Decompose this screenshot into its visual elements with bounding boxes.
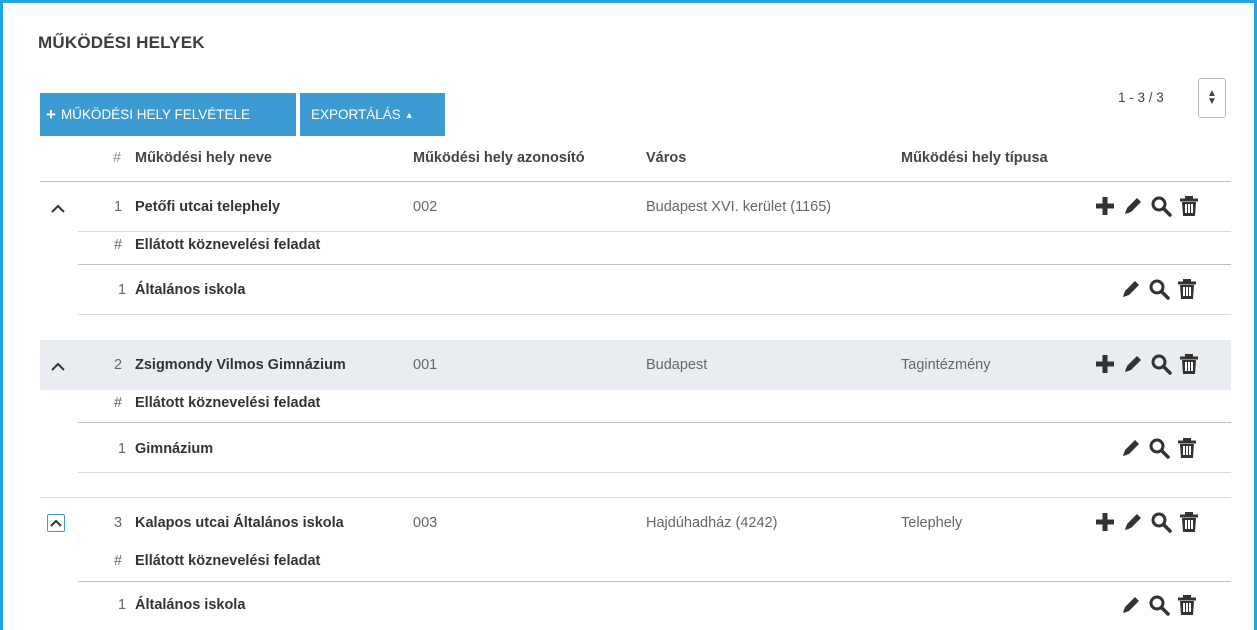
search-icon[interactable] (1148, 594, 1170, 616)
pencil-icon[interactable] (1122, 353, 1144, 375)
location-id: 002 (413, 199, 438, 215)
trash-icon[interactable] (1178, 511, 1200, 533)
trash-icon[interactable] (1176, 278, 1198, 300)
trash-icon[interactable] (1178, 353, 1200, 375)
task-number: 1 (118, 282, 127, 298)
plus-icon[interactable] (1094, 195, 1116, 217)
location-city: Hajdúhadház (4242) (646, 515, 778, 531)
sub-header-hash: # (114, 237, 123, 253)
header-name: Működési hely neve (135, 150, 272, 166)
sort-select[interactable]: ▲ ▼ (1198, 78, 1226, 118)
sub-header-hash: # (114, 395, 123, 411)
trash-icon[interactable] (1176, 437, 1198, 459)
pencil-icon[interactable] (1120, 594, 1142, 616)
row-divider (78, 231, 1231, 232)
row-number: 2 (114, 357, 123, 373)
sub-header-task: Ellátott köznevelési feladat (135, 553, 321, 569)
collapse-toggle[interactable] (49, 357, 67, 375)
sub-header-hash: # (114, 553, 123, 569)
task-number: 1 (118, 441, 127, 457)
location-id: 001 (413, 357, 438, 373)
location-city: Budapest (646, 357, 708, 373)
task-actions (1120, 594, 1198, 616)
location-name: Petőfi utcai telephely (135, 199, 281, 215)
location-city: Budapest XVI. kerület (1165) (646, 199, 832, 215)
add-location-button[interactable]: + MŰKÖDÉSI HELY FELVÉTELE (40, 93, 296, 136)
pencil-icon[interactable] (1122, 195, 1144, 217)
row-actions (1094, 353, 1200, 375)
search-icon[interactable] (1148, 437, 1170, 459)
row-divider (78, 472, 1231, 473)
header-type: Működési hely típusa (901, 150, 1048, 166)
task-name: Általános iskola (135, 282, 246, 298)
pencil-icon[interactable] (1120, 278, 1142, 300)
row-number: 1 (114, 199, 123, 215)
search-icon[interactable] (1148, 278, 1170, 300)
plus-icon[interactable] (1094, 353, 1116, 375)
location-type: Telephely (901, 515, 963, 531)
plus-icon: + (46, 104, 56, 124)
sub-header-task: Ellátott köznevelési feladat (135, 237, 321, 253)
header-city: Város (646, 150, 687, 166)
row-divider (40, 497, 1231, 498)
row-divider (78, 264, 1231, 265)
task-name: Általános iskola (135, 597, 246, 613)
collapse-toggle[interactable] (47, 514, 65, 532)
plus-icon[interactable] (1094, 511, 1116, 533)
page-title: MŰKÖDÉSI HELYEK (38, 33, 205, 52)
pencil-icon[interactable] (1122, 511, 1144, 533)
chevron-up-icon (51, 204, 65, 213)
trash-icon[interactable] (1178, 195, 1200, 217)
search-icon[interactable] (1150, 511, 1172, 533)
row-actions (1094, 511, 1200, 533)
row-divider (78, 422, 1231, 423)
add-location-label: MŰKÖDÉSI HELY FELVÉTELE (60, 107, 250, 122)
pencil-icon[interactable] (1120, 437, 1142, 459)
sort-down-icon: ▼ (1207, 96, 1217, 107)
row-divider (78, 581, 1231, 582)
location-id: 003 (413, 515, 438, 531)
header-id: Működési hely azonosító (413, 150, 585, 166)
sub-header-task: Ellátott köznevelési feladat (135, 395, 321, 411)
row-number: 3 (114, 515, 123, 531)
task-actions (1120, 278, 1198, 300)
location-type: Tagintézmény (901, 357, 991, 373)
task-number: 1 (118, 597, 127, 613)
collapse-toggle[interactable] (49, 199, 67, 217)
header-hash: # (113, 150, 122, 166)
location-name: Zsigmondy Vilmos Gimnázium (135, 357, 346, 373)
export-button[interactable]: EXPORTÁLÁS ▲ (300, 93, 445, 136)
export-label: EXPORTÁLÁS (311, 107, 401, 122)
task-actions (1120, 437, 1198, 459)
row-divider (78, 314, 1231, 315)
caret-up-icon: ▲ (404, 109, 414, 120)
chevron-up-icon (50, 519, 62, 527)
search-icon[interactable] (1150, 353, 1172, 375)
location-name: Kalapos utcai Általános iskola (135, 515, 344, 531)
header-divider (40, 181, 1231, 182)
row-actions (1094, 195, 1200, 217)
trash-icon[interactable] (1176, 594, 1198, 616)
chevron-up-icon (51, 362, 65, 371)
pagination-info: 1 - 3 / 3 (1118, 90, 1164, 105)
task-name: Gimnázium (135, 441, 214, 457)
search-icon[interactable] (1150, 195, 1172, 217)
